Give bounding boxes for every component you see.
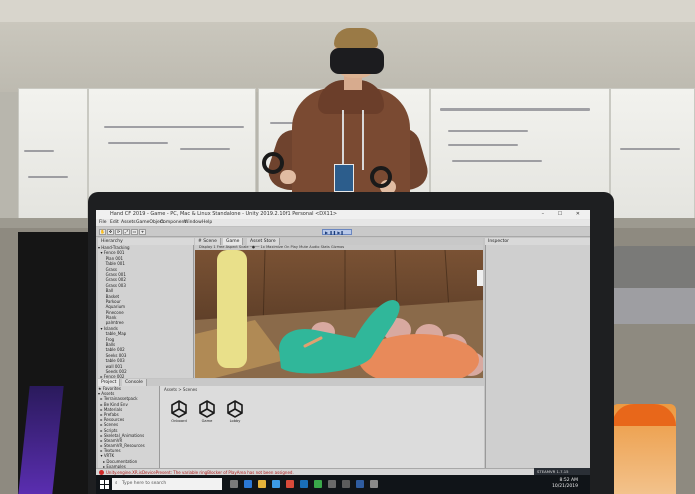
menu-assets[interactable]: Assets (121, 219, 136, 227)
steamvr-notification[interactable]: STEAMVR 1.7.15 (534, 468, 590, 475)
hand-tool-icon[interactable]: ✋ (99, 229, 106, 235)
scene-asset-onboard[interactable]: Onboard (166, 400, 192, 430)
asset-label: Lobby (229, 419, 241, 423)
menu-bar: File Edit Assets GameObject Component Wi… (96, 219, 590, 227)
task-view-icon[interactable] (230, 480, 238, 488)
clock-date: 10/21/2019 (552, 484, 578, 489)
whiteboard-5 (610, 88, 695, 220)
play-controls[interactable]: ▶ ❚❚ ▶❚ (322, 229, 352, 235)
window-controls[interactable]: – ☐ ✕ (542, 211, 586, 217)
menu-help[interactable]: Help (202, 219, 212, 227)
steamvr-icon[interactable] (370, 480, 378, 488)
hierarchy-tab[interactable]: Hierarchy (98, 238, 194, 245)
play-pause-step-icons[interactable]: ▶ ❚❚ ▶❚ (325, 230, 344, 235)
hierarchy-item[interactable]: ▸ Fence 002 (98, 374, 193, 378)
yellow-pillar (217, 250, 247, 368)
window-title: Hand CF 2019 - Game - PC, Mac & Linux St… (110, 211, 338, 217)
tool-bar: ✋ ✥ ⟳ ⤢ ▭ ⌖ ▶ ❚❚ ▶❚ (96, 227, 590, 237)
xbox-icon[interactable] (314, 480, 322, 488)
sofa (606, 288, 695, 324)
whiteboard-scribble (24, 150, 54, 152)
scene-asset-game[interactable]: Game (194, 400, 220, 430)
tab-asset-store[interactable]: Asset Store (247, 238, 280, 245)
menu-edit[interactable]: Edit (110, 219, 119, 227)
windows-start-icon[interactable] (100, 480, 109, 489)
whiteboard-1 (18, 88, 88, 220)
rotate-tool-icon[interactable]: ⟳ (115, 229, 122, 235)
unity-scene-icon (171, 400, 187, 418)
asset-label: Game (201, 419, 213, 423)
photo-scene: Hand CF 2019 - Game - PC, Mac & Linux St… (0, 0, 695, 494)
white-panel (477, 270, 483, 286)
search-placeholder: Type here to search (122, 481, 167, 486)
project-tree-list: ★ Favorites ▾ Assets ▸ Terrainassetpack ▸… (98, 386, 159, 468)
whiteboard-scribble (108, 142, 168, 144)
whiteboard-scribble (620, 148, 680, 150)
window-titlebar: Hand CF 2019 - Game - PC, Mac & Linux St… (96, 210, 590, 219)
person-left-hand (280, 170, 296, 184)
status-bar: Unity.engine.XR.isDevicePresent: The var… (96, 468, 590, 475)
vr-controller-right (370, 166, 392, 188)
edge-icon[interactable] (244, 480, 252, 488)
unity-editor-screen: Hand CF 2019 - Game - PC, Mac & Linux St… (96, 210, 590, 494)
asset-label: Onboard (171, 419, 187, 423)
vr-controller-left (262, 152, 284, 174)
reclining-person (606, 246, 695, 290)
whiteboard-scribble (448, 130, 528, 132)
whiteboard-scribble (28, 176, 68, 178)
scene-asset-lobby[interactable]: Lobby (222, 400, 248, 430)
scale-tool-icon[interactable]: ⤢ (123, 229, 130, 235)
search-icon: ⌕ (115, 481, 118, 486)
tab-scene[interactable]: # Scene (195, 238, 221, 245)
view-tabs: # Scene Game Asset Store (195, 238, 483, 245)
person-hair (334, 28, 378, 48)
game-view[interactable] (195, 250, 483, 378)
breadcrumb[interactable]: Assets > Scenes (164, 387, 197, 392)
menu-file[interactable]: File (99, 219, 107, 227)
inspector-tab[interactable]: Inspector (485, 238, 590, 245)
transform-tool-icon[interactable]: ⌖ (139, 229, 146, 235)
hierarchy-panel: ▾ Hand-Tracking ▾ Fence 001 Plan 001 Tab… (98, 245, 194, 378)
project-files: Assets > Scenes Onboard Game Lobby (160, 386, 484, 468)
tab-console[interactable]: Console (122, 379, 147, 386)
hierarchy-list: ▾ Hand-Tracking ▾ Fence 001 Plan 001 Tab… (98, 245, 193, 378)
menu-component[interactable]: Component (160, 219, 186, 227)
mail-icon[interactable] (300, 480, 308, 488)
tab-game[interactable]: Game (223, 238, 244, 245)
unity-scene-icon (227, 400, 243, 418)
orange-cup-lid (612, 404, 676, 426)
unity-scene-icon (199, 400, 215, 418)
whiteboard-scribble (104, 126, 244, 128)
windows-taskbar: ⌕ Type here to search 8:52 AM 10/21/2019 (96, 475, 590, 494)
tab-project[interactable]: Project (98, 379, 121, 386)
whiteboard-scribble (180, 148, 230, 150)
file-explorer-icon[interactable] (258, 480, 266, 488)
steam-icon[interactable] (356, 480, 364, 488)
ceiling (0, 0, 695, 22)
name-badge (334, 164, 354, 192)
rect-tool-icon[interactable]: ▭ (131, 229, 138, 235)
project-tabs: Project Console (98, 379, 484, 386)
taskbar-search-input[interactable]: ⌕ Type here to search (112, 478, 222, 490)
whiteboard-scribble (452, 160, 542, 162)
vr-headset (330, 48, 384, 74)
chrome-icon[interactable] (286, 480, 294, 488)
move-tool-icon[interactable]: ✥ (107, 229, 114, 235)
project-tree: ★ Favorites ▾ Assets ▸ Terrainassetpack ▸… (98, 386, 160, 468)
store-icon[interactable] (272, 480, 280, 488)
taskbar-clock[interactable]: 8:52 AM 10/21/2019 (552, 478, 578, 490)
unity-icon[interactable] (342, 480, 350, 488)
menu-window[interactable]: Window (184, 219, 202, 227)
vr-hands-render (195, 250, 483, 378)
lanyard (342, 110, 364, 170)
whiteboard-scribble (448, 144, 518, 146)
inspector-panel (485, 245, 590, 475)
unity-hub-icon[interactable] (328, 480, 336, 488)
whiteboard-scribble (440, 108, 590, 111)
